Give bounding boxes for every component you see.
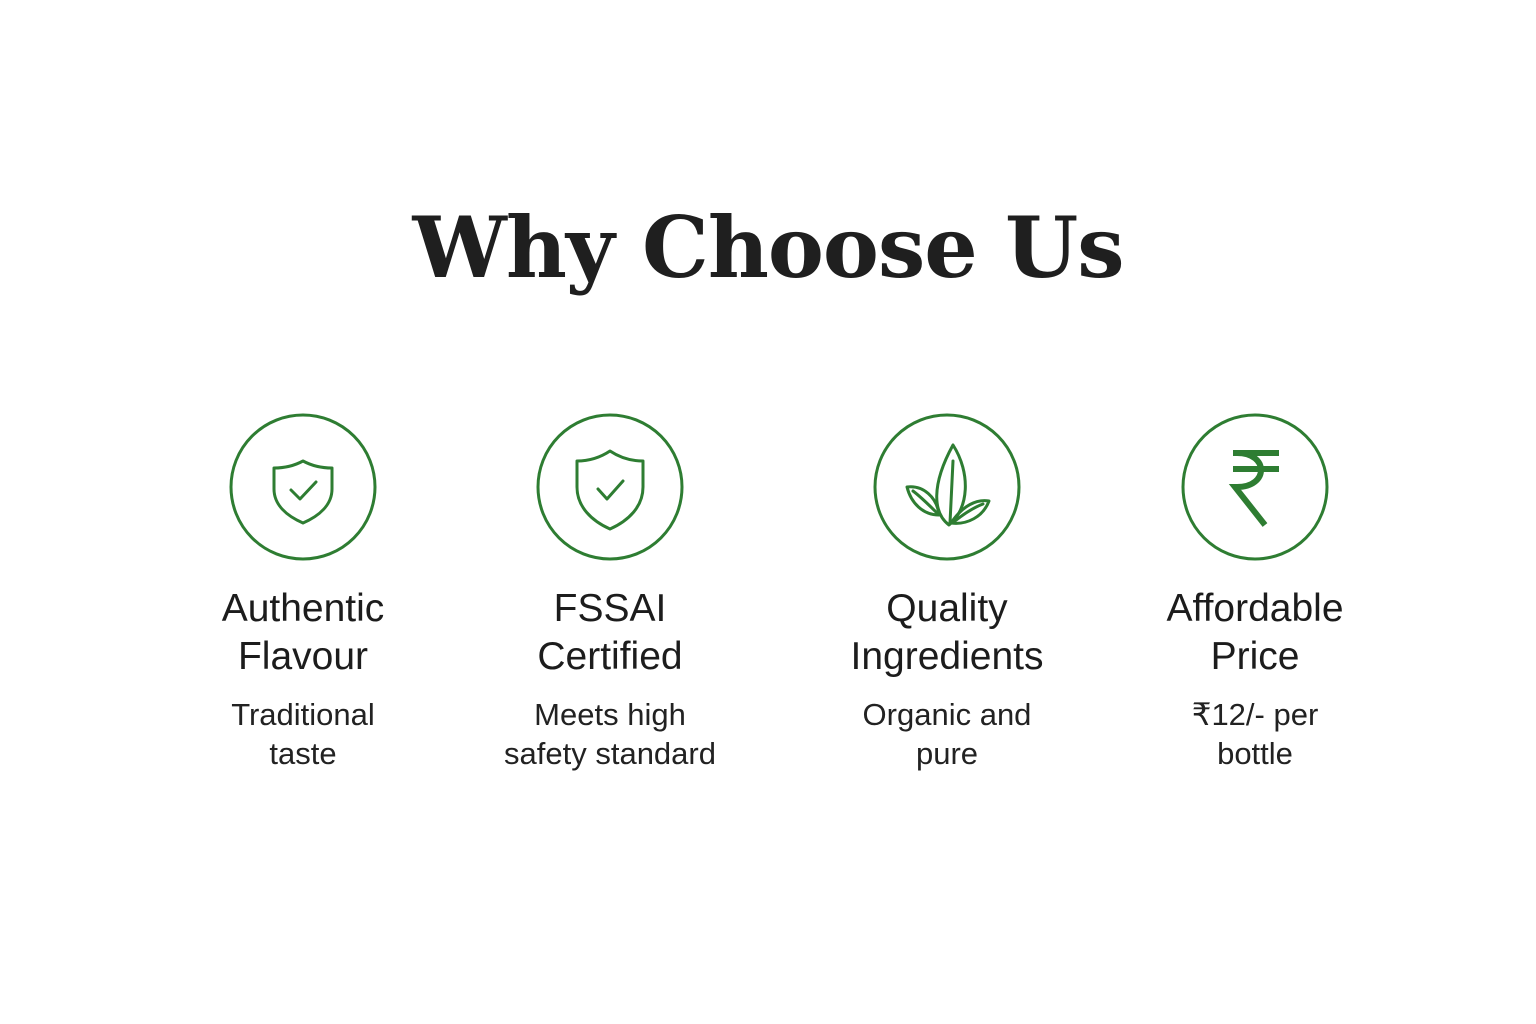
- section-title: Why Choose Us: [412, 198, 1125, 297]
- why-choose-us-section: Why Choose Us Authentic Flavour Traditio…: [0, 0, 1536, 1024]
- feature-description: Traditional taste: [231, 697, 375, 771]
- rupee-icon: [1181, 413, 1329, 561]
- feature-description: Organic and pure: [862, 697, 1032, 771]
- feature-description: Meets high safety standard: [504, 697, 716, 771]
- leaf-sprout-icon: [873, 413, 1021, 561]
- shield-check-icon: [536, 413, 684, 561]
- feature-title: FSSAI Certified: [537, 587, 683, 678]
- feature-fssai-certified: FSSAI Certified Meets high safety standa…: [460, 413, 760, 773]
- feature-quality-ingredients: Quality Ingredients Organic and pure: [797, 413, 1097, 773]
- feature-title: Quality Ingredients: [850, 587, 1044, 678]
- feature-affordable-price: Affordable Price ₹12/- per bottle: [1105, 413, 1405, 773]
- feature-title: Affordable Price: [1166, 587, 1344, 678]
- feature-title: Authentic Flavour: [221, 587, 385, 678]
- shield-check-icon: [229, 413, 377, 561]
- feature-description: ₹12/- per bottle: [1191, 697, 1319, 771]
- feature-authentic-flavour: Authentic Flavour Traditional taste: [153, 413, 453, 773]
